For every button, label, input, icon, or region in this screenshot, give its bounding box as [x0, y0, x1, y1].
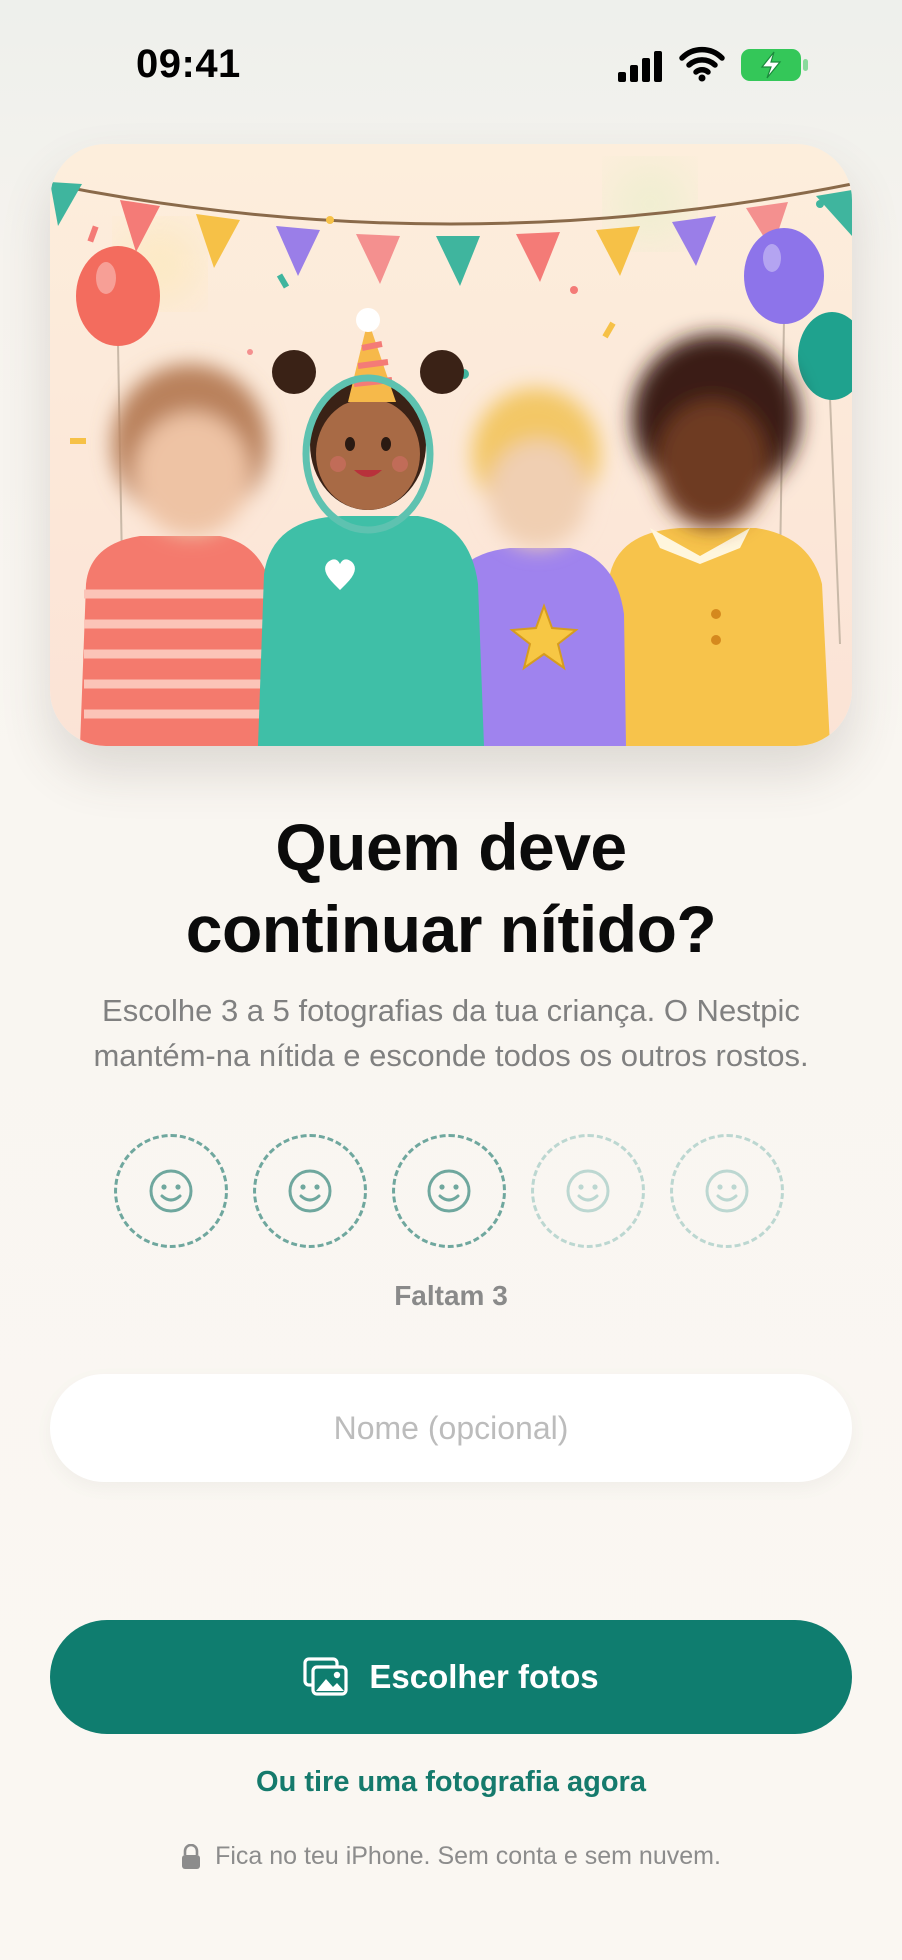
battery-charging-icon — [741, 49, 808, 81]
photo-slot-5[interactable] — [670, 1134, 784, 1248]
remaining-count: Faltam 3 — [394, 1280, 508, 1311]
photo-slot-3[interactable] — [392, 1134, 506, 1248]
lock-icon — [182, 1843, 201, 1869]
photo-slots — [0, 1134, 902, 1256]
choose-photos-label: Escolher fotos — [369, 1658, 599, 1695]
privacy-text: Fica no teu iPhone. Sem conta e sem nuve… — [215, 1842, 721, 1870]
wifi-icon — [679, 46, 725, 82]
status-time: 09:41 — [136, 42, 241, 86]
smiley-face-icon — [427, 1169, 471, 1213]
smiley-face-icon — [149, 1169, 193, 1213]
status-bar: 09:41 — [0, 0, 902, 130]
take-photo-link[interactable]: Ou tire uma fotografia agora — [0, 1766, 902, 1799]
name-input[interactable] — [50, 1374, 852, 1482]
photo-slot-4[interactable] — [531, 1134, 645, 1248]
title-line-1: Quem deve — [275, 810, 627, 884]
smiley-face-icon — [705, 1169, 749, 1213]
privacy-note: Fica no teu iPhone. Sem conta e sem nuve… — [0, 1842, 902, 1871]
smiley-face-icon — [566, 1169, 610, 1213]
smiley-face-icon — [288, 1169, 332, 1213]
photo-slot-1[interactable] — [114, 1134, 228, 1248]
page-title: Quem deve continuar nítido? — [0, 806, 902, 970]
choose-photos-button[interactable]: Escolher fotos — [50, 1620, 852, 1734]
title-line-2: continuar nítido? — [185, 892, 717, 966]
page-subtitle: Escolhe 3 a 5 fotografias da tua criança… — [93, 993, 809, 1073]
photos-icon — [303, 1657, 348, 1696]
party-children-illustration — [50, 144, 852, 746]
hero-illustration-card — [50, 144, 852, 746]
signal-icon — [618, 51, 662, 82]
photo-slot-2[interactable] — [253, 1134, 367, 1248]
